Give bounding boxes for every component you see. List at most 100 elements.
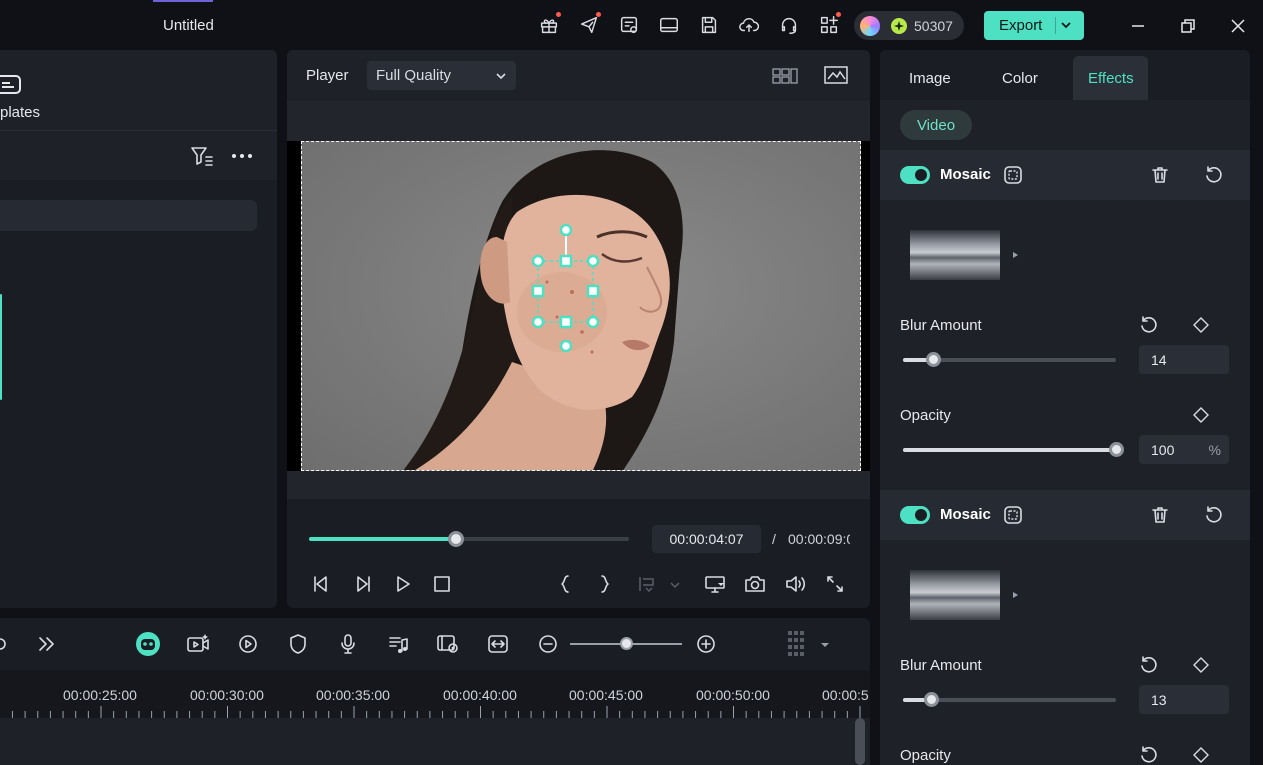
mask-region-icon[interactable] <box>1003 505 1023 525</box>
keyframe-diamond-icon[interactable] <box>1193 657 1209 673</box>
time-separator: / <box>772 531 776 547</box>
trash-icon[interactable] <box>1150 505 1170 525</box>
current-time-field[interactable]: 00:00:04:07 <box>652 525 761 553</box>
reset-icon[interactable] <box>1204 165 1224 185</box>
ruler-time-label: 00:00:30:00 <box>190 687 264 703</box>
shield-icon[interactable] <box>285 632 311 656</box>
step-forward-icon[interactable] <box>351 572 375 596</box>
tab-effects[interactable]: Effects <box>1088 70 1134 87</box>
snapshot-icon[interactable] <box>743 572 767 596</box>
display-settings-icon[interactable] <box>703 572 727 596</box>
more-options-icon[interactable] <box>229 143 255 169</box>
blur-amount-handle[interactable] <box>925 352 941 367</box>
microphone-icon[interactable] <box>335 632 361 656</box>
trash-icon[interactable] <box>1150 165 1170 185</box>
volume-icon[interactable] <box>783 572 807 596</box>
filter-icon[interactable] <box>189 143 215 169</box>
timeline-ruler[interactable]: 0000:00:25:0000:00:30:0000:00:35:0000:00… <box>0 670 870 718</box>
timeline-scrollbar[interactable] <box>855 718 865 765</box>
caret-down-icon[interactable] <box>818 638 832 652</box>
auto-reframe-icon[interactable] <box>235 632 261 656</box>
task-icon[interactable] <box>617 13 641 37</box>
scopes-icon[interactable] <box>822 63 850 87</box>
close-icon[interactable] <box>1226 14 1250 38</box>
blur-amount-handle[interactable] <box>923 692 939 707</box>
thumbnail-arrow-icon[interactable] <box>1013 252 1018 258</box>
headset-icon[interactable] <box>777 13 801 37</box>
layout-icon[interactable] <box>657 13 681 37</box>
grid-view-icon[interactable] <box>771 64 799 88</box>
zoom-in-icon[interactable] <box>695 633 717 655</box>
opacity-input[interactable]: 100 % <box>1139 435 1229 464</box>
keyframe-diamond-icon[interactable] <box>1193 317 1209 333</box>
ruler-time-label: 00:00:50:00 <box>696 687 770 703</box>
track-layout-icon[interactable] <box>785 628 807 660</box>
selected-item-indicator <box>0 294 2 400</box>
blur-amount-label: Blur Amount <box>900 657 982 674</box>
templates-tab-label[interactable]: plates <box>0 104 40 121</box>
mark-in-icon[interactable] <box>555 572 575 596</box>
fullscreen-icon[interactable] <box>823 572 847 596</box>
search-input[interactable] <box>0 200 257 231</box>
ruler-time-label: 00:00:45:00 <box>569 687 643 703</box>
total-duration: 00:00:09:00 <box>788 531 850 547</box>
expand-chevrons-icon[interactable] <box>35 634 57 654</box>
apps-grid-icon[interactable] <box>817 12 841 37</box>
mark-out-icon[interactable] <box>595 572 615 596</box>
avatar[interactable] <box>860 15 880 36</box>
quality-dropdown[interactable]: Full Quality <box>367 61 516 90</box>
fit-timeline-icon[interactable] <box>485 632 511 656</box>
audio-list-icon[interactable] <box>385 632 411 656</box>
reset-icon[interactable] <box>1139 315 1159 335</box>
effect-params: Blur Amount 14 Opacity 100 % <box>880 300 1250 490</box>
preview-render-icon[interactable] <box>435 632 461 656</box>
tab-image[interactable]: Image <box>909 70 951 87</box>
thumbnail-arrow-icon[interactable] <box>1013 592 1018 598</box>
restore-icon[interactable] <box>1176 14 1200 38</box>
export-label: Export <box>999 17 1043 34</box>
zoom-out-icon[interactable] <box>537 633 559 655</box>
blur-amount-input[interactable]: 13 <box>1139 685 1229 714</box>
subtab-video[interactable]: Video <box>900 110 972 140</box>
stop-icon[interactable] <box>430 572 454 596</box>
effect-thumbnail[interactable] <box>910 230 1000 280</box>
mask-region-icon[interactable] <box>1003 165 1023 185</box>
effect-params: Blur Amount 13 Opacity <box>880 640 1250 765</box>
player-label: Player <box>306 67 349 84</box>
cloud-upload-icon[interactable] <box>737 13 761 37</box>
templates-icon[interactable] <box>0 74 22 96</box>
ruler-time-label: 00:00:25:00 <box>63 687 137 703</box>
blur-amount-input[interactable]: 14 <box>1139 345 1229 374</box>
ai-copilot-icon[interactable] <box>135 631 161 657</box>
effect-toggle[interactable] <box>900 166 930 184</box>
reset-icon[interactable] <box>1139 745 1159 765</box>
ai-video-icon[interactable] <box>185 632 211 656</box>
effect-toggle[interactable] <box>900 506 930 524</box>
video-frame[interactable] <box>301 141 861 471</box>
timeline-tracks[interactable] <box>0 718 870 765</box>
step-back-icon[interactable] <box>309 572 333 596</box>
export-button[interactable]: Export <box>984 11 1084 40</box>
minimize-icon[interactable] <box>1126 14 1150 38</box>
ruler-time-label: 00:00:40:00 <box>443 687 517 703</box>
keyframe-diamond-icon[interactable] <box>1193 407 1209 423</box>
blur-amount-value: 13 <box>1151 691 1167 708</box>
play-icon[interactable] <box>391 572 415 596</box>
credits-badge[interactable]: 50307 <box>854 11 964 40</box>
partial-icon[interactable] <box>0 634 10 654</box>
effect-thumbnail[interactable] <box>910 570 1000 620</box>
gift-icon[interactable] <box>537 12 561 37</box>
send-icon[interactable] <box>577 12 601 37</box>
effect-name: Mosaic <box>940 506 991 523</box>
playback-progress <box>309 537 457 541</box>
opacity-label: Opacity <box>900 747 951 764</box>
tab-color[interactable]: Color <box>1002 70 1038 87</box>
chevron-down-icon[interactable] <box>1060 19 1072 31</box>
opacity-handle[interactable] <box>1109 442 1124 457</box>
quality-value: Full Quality <box>376 67 452 84</box>
reset-icon[interactable] <box>1204 505 1224 525</box>
zoom-slider-handle[interactable] <box>620 637 633 650</box>
save-icon[interactable] <box>697 13 721 37</box>
reset-icon[interactable] <box>1139 655 1159 675</box>
keyframe-diamond-icon[interactable] <box>1193 747 1209 763</box>
